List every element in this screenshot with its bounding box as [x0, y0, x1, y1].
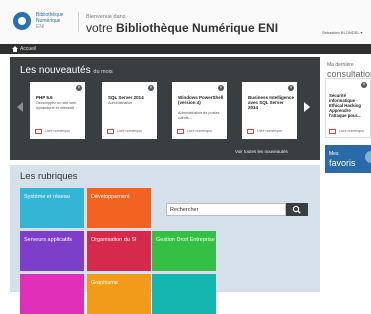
logo-line3: ENI	[36, 24, 45, 30]
page-title: votre Bibliothèque Numérique ENI	[86, 21, 278, 35]
title-prefix: votre	[86, 21, 117, 35]
home-link[interactable]: Accueil	[20, 46, 36, 52]
search-input[interactable]: Rechercher	[166, 203, 286, 216]
favoris-title: Mes favoris	[329, 150, 356, 168]
search-box: Rechercher	[166, 203, 308, 216]
nouveautes-subtitle: du mois	[93, 69, 113, 75]
book-title: SQL Server 2014	[108, 95, 144, 100]
favoris-line2: favoris	[329, 158, 356, 168]
book-footer-label: Livre numérique	[117, 129, 143, 133]
user-menu[interactable]: Sébastien BLONDEL ▾	[322, 30, 363, 35]
ebook-icon	[107, 129, 114, 134]
search-button[interactable]	[286, 203, 308, 216]
book-footer-label: Livre numérique	[339, 129, 365, 133]
rubriques-title: Les rubriques	[20, 171, 78, 182]
consultation-title: Ma dernière consultation	[327, 61, 371, 79]
book-card[interactable]: × SQL Server 2014 Administration Livre n…	[102, 82, 157, 139]
book-desc: Développez un site web dynamique et inte…	[36, 101, 77, 110]
favoris-icon	[365, 151, 371, 163]
rubrique-tile[interactable]: Organisation du SI	[87, 231, 151, 271]
eni-logo-icon[interactable]	[12, 11, 32, 31]
close-icon[interactable]: ×	[218, 85, 224, 91]
ebook-icon	[329, 129, 336, 134]
header: Bibliothèque Numérique ENI Bienvenue dan…	[0, 0, 371, 45]
consultation-book-title: Sécurité informatique - Ethical Hacking …	[329, 93, 361, 118]
consultation-book-card[interactable]: × Sécurité informatique - Ethical Hackin…	[325, 78, 371, 138]
close-icon[interactable]: ×	[361, 82, 367, 88]
book-card[interactable]: × Windows PowerShell (version 4) Adminis…	[172, 82, 227, 139]
ebook-icon	[35, 129, 42, 134]
rubrique-tile[interactable]: Serveurs applicatifs	[20, 231, 84, 271]
nouveautes-title: Les nouveautés du mois	[20, 65, 113, 76]
book-card[interactable]: × PHP 5.6 Développez un site web dynamiq…	[30, 82, 85, 139]
book-footer-label: Livre numérique	[45, 129, 71, 133]
voir-toutes-link[interactable]: Voir toutes les nouveautés	[235, 149, 288, 154]
nav-bar: Accueil	[0, 44, 371, 54]
title-bold: Bibliothèque Numérique ENI	[116, 21, 279, 35]
book-title: PHP 5.6	[36, 95, 53, 100]
rubrique-tile[interactable]	[152, 274, 216, 314]
book-title: Business Intelligence avec SQL Server 20…	[248, 95, 295, 110]
book-footer: Livre numérique	[329, 128, 371, 136]
rubrique-tile[interactable]: Système et réseau	[20, 188, 84, 228]
favoris-panel[interactable]: Mes favoris	[325, 145, 371, 173]
rubrique-tile[interactable]	[20, 274, 84, 314]
book-footer: Livre numérique	[107, 128, 153, 136]
ebook-icon	[247, 129, 254, 134]
search-icon	[292, 205, 301, 214]
rubrique-tile[interactable]: Gestion Droit Entreprise	[152, 231, 216, 271]
rubriques-panel: Les rubriques Système et réseau Développ…	[10, 165, 320, 314]
book-footer: Livre numérique	[35, 128, 81, 136]
home-icon[interactable]	[12, 46, 18, 52]
close-icon[interactable]: ×	[148, 85, 154, 91]
book-footer: Livre numérique	[177, 128, 223, 136]
carousel-prev-icon[interactable]	[17, 102, 23, 112]
rubrique-tile[interactable]: Développement	[87, 188, 151, 228]
close-icon[interactable]: ×	[288, 85, 294, 91]
book-footer: Livre numérique	[247, 128, 293, 136]
book-title: Windows PowerShell (version 4)	[178, 95, 224, 105]
nouveautes-panel: Les nouveautés du mois × PHP 5.6 Dévelop…	[10, 57, 320, 160]
nouveautes-title-main: Les nouveautés	[20, 65, 91, 76]
close-icon[interactable]: ×	[76, 85, 82, 91]
carousel-next-icon[interactable]	[304, 102, 310, 112]
ebook-icon	[177, 129, 184, 134]
welcome-text: Bienvenue dans	[86, 14, 126, 20]
book-desc: Administration	[108, 101, 133, 105]
book-card[interactable]: × Business Intelligence avec SQL Server …	[242, 82, 297, 139]
header-divider	[78, 12, 79, 32]
rubrique-tile[interactable]: Graphisme	[87, 274, 151, 314]
book-footer-label: Livre numérique	[187, 129, 213, 133]
book-desc: Administration de postes clients...	[178, 111, 220, 120]
logo-text: Bibliothèque Numérique ENI	[36, 12, 64, 30]
book-footer-label: Livre numérique	[257, 129, 283, 133]
